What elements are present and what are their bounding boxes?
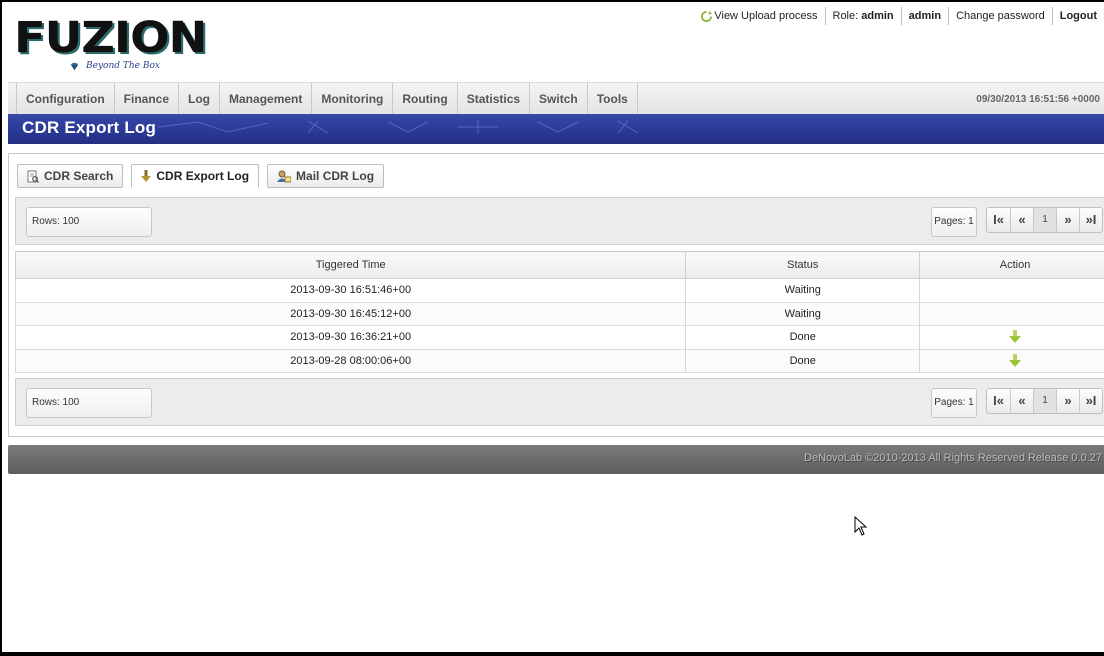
main-menu-bar: Configuration Finance Log Management Mon… xyxy=(8,82,1104,114)
cell-status: Waiting xyxy=(685,278,920,303)
menu-configuration[interactable]: Configuration xyxy=(16,83,114,114)
current-page[interactable]: 1 xyxy=(1033,208,1056,232)
next-page-button[interactable]: » xyxy=(1056,389,1079,413)
download-arrow-icon xyxy=(141,169,152,182)
cell-time: 2013-09-30 16:45:12+00 xyxy=(14,302,686,326)
cell-action xyxy=(919,325,1104,350)
menu-statistics[interactable]: Statistics xyxy=(456,83,529,114)
role-label: Role: xyxy=(832,10,859,22)
menu-finance[interactable]: Finance xyxy=(113,83,178,114)
tab-cdr-search-label: CDR Search xyxy=(44,169,114,183)
cell-action xyxy=(919,349,1104,373)
table-row[interactable]: 2013-09-28 08:00:06+00 Done xyxy=(14,349,1104,373)
menu-monitoring[interactable]: Monitoring xyxy=(311,83,392,114)
footer-bar: DeNovoLab ©2010-2013 All Rights Reserved… xyxy=(8,445,1104,474)
prev-page-button[interactable]: « xyxy=(1010,208,1033,232)
decorative-pattern xyxy=(158,120,639,134)
tab-bar: CDR Search CDR Export Log Mail CDR Log xyxy=(17,164,385,188)
user-toolbar: View Upload process Role: admin admin Ch… xyxy=(694,6,1104,26)
gem-icon xyxy=(70,62,79,71)
download-icon[interactable] xyxy=(1009,330,1022,344)
column-header-status[interactable]: Status xyxy=(685,251,921,279)
menu-management[interactable]: Management xyxy=(219,83,311,114)
document-search-icon xyxy=(27,170,39,183)
cell-time: 2013-09-30 16:51:46+00 xyxy=(14,278,686,303)
tab-mail-cdr-log[interactable]: Mail CDR Log xyxy=(267,164,385,188)
page-count: Pages: 1 xyxy=(931,388,977,418)
menu-tools[interactable]: Tools xyxy=(586,83,638,114)
cdr-export-log-table: Tiggered Time Status Action 2013-09-30 1… xyxy=(14,251,1104,373)
logout-label: Logout xyxy=(1059,10,1097,22)
column-header-action[interactable]: Action xyxy=(919,251,1104,279)
pagination-controls: I« « 1 » »I xyxy=(986,388,1103,414)
last-page-button[interactable]: »I xyxy=(1079,389,1102,413)
last-page-button[interactable]: »I xyxy=(1079,208,1102,232)
copyright-text: DeNovoLab ©2010-2013 All Rights Reserved… xyxy=(804,452,1102,464)
logout-link[interactable]: Logout xyxy=(1051,7,1104,25)
mail-user-icon xyxy=(277,170,292,182)
view-upload-process-label: View Upload process xyxy=(714,10,818,22)
first-page-button[interactable]: I« xyxy=(987,389,1010,413)
table-row[interactable]: 2013-09-30 16:45:12+00 Waiting xyxy=(14,302,1104,326)
tab-cdr-search[interactable]: CDR Search xyxy=(17,164,124,188)
column-header-triggered-time[interactable]: Tiggered Time xyxy=(14,251,687,279)
tab-cdr-export-log-label: CDR Export Log xyxy=(156,169,250,183)
menu-routing[interactable]: Routing xyxy=(392,83,456,114)
mouse-cursor-icon xyxy=(854,516,868,536)
app-window: FUZION Beyond The Box View Upload proces… xyxy=(2,2,1104,652)
rows-per-page-select[interactable]: Rows: 100 xyxy=(26,388,152,418)
view-upload-process-link[interactable]: View Upload process xyxy=(694,7,824,25)
change-password-link[interactable]: Change password xyxy=(948,7,1052,25)
cell-action xyxy=(919,278,1104,303)
table-header-row: Tiggered Time Status Action xyxy=(14,251,1104,279)
cell-status: Done xyxy=(685,349,920,373)
rows-per-page-select[interactable]: Rows: 100 xyxy=(26,207,152,237)
cell-time: 2013-09-30 16:36:21+00 xyxy=(14,325,686,350)
page-count: Pages: 1 xyxy=(931,207,977,237)
pagination-controls: I« « 1 » »I xyxy=(986,207,1103,233)
cell-status: Done xyxy=(685,325,920,350)
username: admin xyxy=(900,7,948,25)
pager-top: Rows: 100 Pages: 1 I« « 1 » »I xyxy=(15,197,1104,245)
first-page-button[interactable]: I« xyxy=(987,208,1010,232)
table-row[interactable]: 2013-09-30 16:51:46+00 Waiting xyxy=(14,278,1104,303)
current-page[interactable]: 1 xyxy=(1033,389,1056,413)
main-menu: Configuration Finance Log Management Mon… xyxy=(8,83,1104,114)
table-body: 2013-09-30 16:51:46+00 Waiting 2013-09-3… xyxy=(14,278,1104,373)
logo-wordmark: FUZION xyxy=(14,13,207,63)
cell-status: Waiting xyxy=(685,302,920,326)
username-value: admin xyxy=(908,10,942,22)
cell-action xyxy=(919,302,1104,326)
role-value: admin xyxy=(861,10,894,22)
table-row[interactable]: 2013-09-30 16:36:21+00 Done xyxy=(14,325,1104,350)
tab-cdr-export-log[interactable]: CDR Export Log xyxy=(131,164,260,188)
role-indicator: Role: admin xyxy=(824,7,901,25)
tab-mail-cdr-log-label: Mail CDR Log xyxy=(296,169,375,183)
menu-switch[interactable]: Switch xyxy=(529,83,587,114)
cell-time: 2013-09-28 08:00:06+00 xyxy=(14,349,686,373)
content-panel: CDR Search CDR Export Log Mail CDR Log R… xyxy=(8,153,1104,437)
logo[interactable]: FUZION Beyond The Box xyxy=(12,14,212,76)
page-title: CDR Export Log xyxy=(22,118,157,137)
prev-page-button[interactable]: « xyxy=(1010,389,1033,413)
next-page-button[interactable]: » xyxy=(1056,208,1079,232)
page-title-bar: CDR Export Log xyxy=(8,114,1104,144)
logo-tagline: Beyond The Box xyxy=(86,61,160,71)
pager-bottom: Rows: 100 Pages: 1 I« « 1 » »I xyxy=(15,378,1104,426)
refresh-icon xyxy=(701,10,713,22)
download-icon[interactable] xyxy=(1009,353,1022,368)
server-clock: 09/30/2013 16:51:56 +0000 xyxy=(976,94,1100,105)
menu-log[interactable]: Log xyxy=(178,83,219,114)
